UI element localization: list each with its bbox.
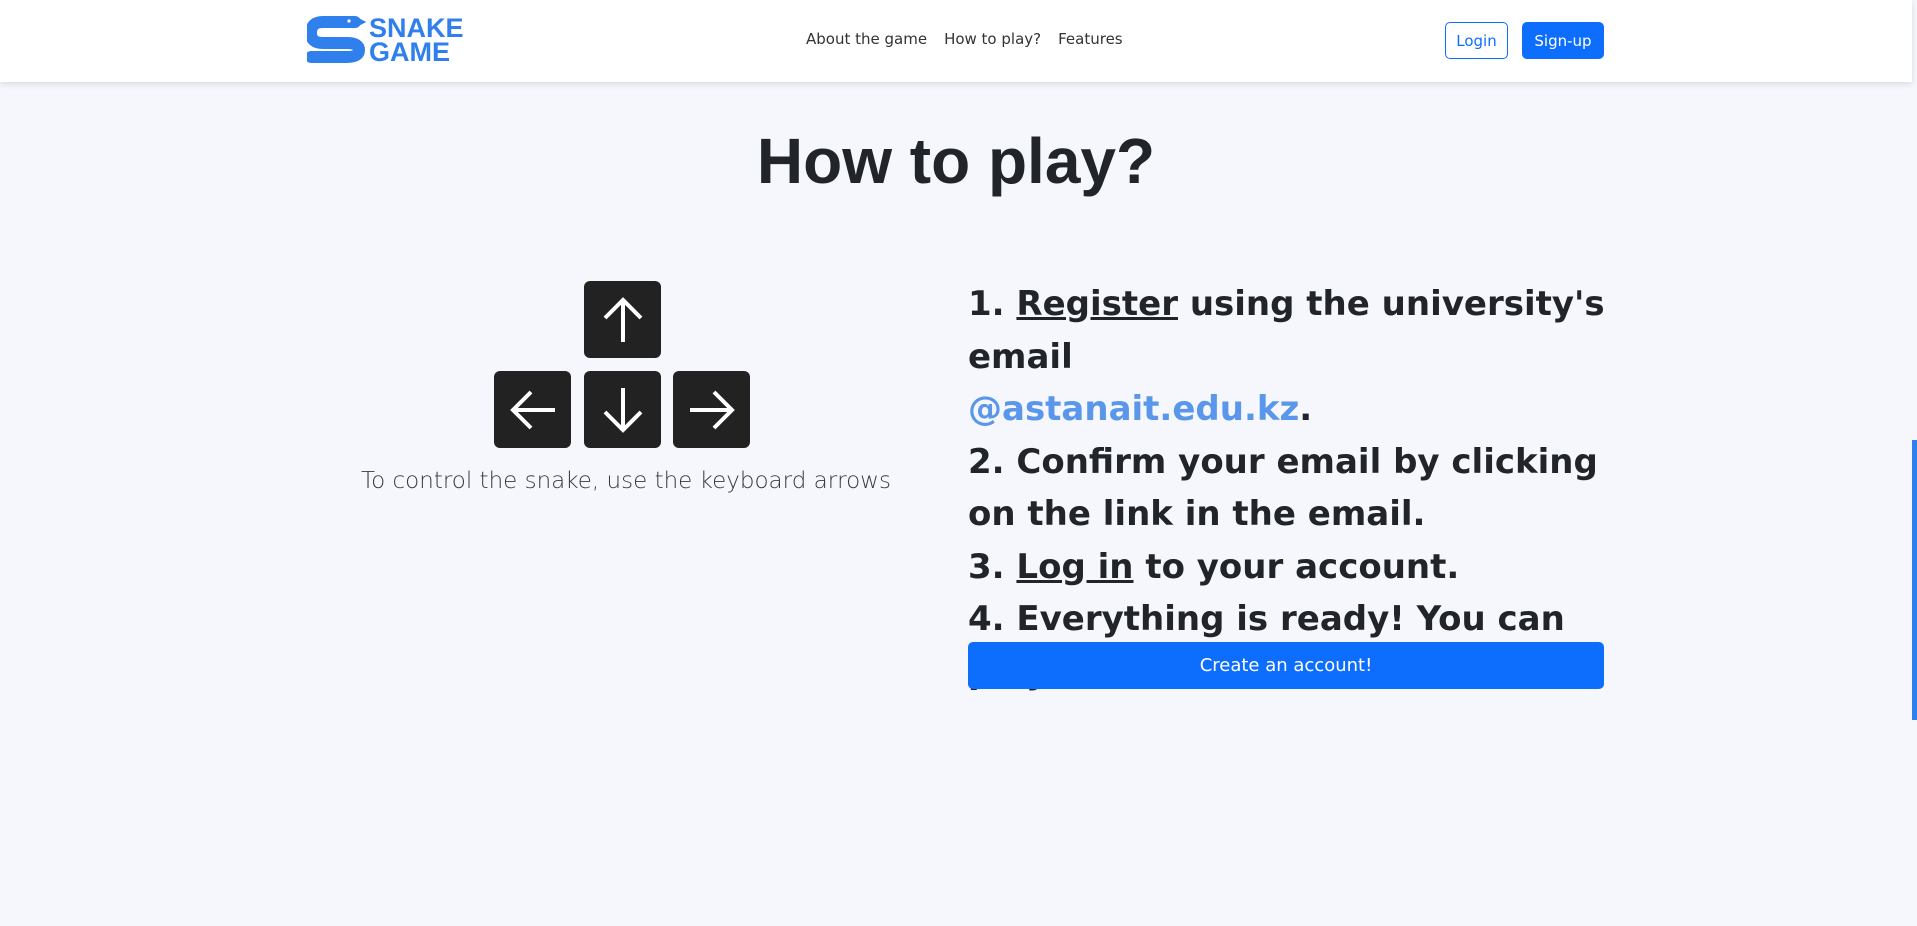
step-3-text: to your account. — [1133, 546, 1460, 587]
login-link[interactable]: Log in — [1016, 547, 1133, 587]
logo[interactable]: SNAKE GAME — [307, 14, 472, 66]
arrow-right-icon — [689, 390, 735, 429]
step-2: 2. Confirm your email by clicking on the… — [968, 441, 1598, 535]
arrow-up-key — [584, 281, 661, 358]
logo-text: SNAKE GAME — [369, 15, 464, 67]
step-1: 1. Register using the university's email… — [968, 278, 1628, 436]
arrow-left-key — [494, 371, 571, 448]
step-3-prefix: 3. — [968, 546, 1017, 587]
nav-link-how-to-play[interactable]: How to play? — [944, 30, 1041, 48]
signup-button[interactable]: Sign-up — [1522, 22, 1604, 59]
step-3: 3. Log in to your account. — [968, 541, 1628, 594]
nav-link-features[interactable]: Features — [1058, 30, 1123, 48]
controls-caption: To control the snake, use the keyboard a… — [361, 468, 891, 494]
login-button[interactable]: Login — [1445, 22, 1508, 59]
nav-links: About the game How to play? Features — [806, 30, 1123, 48]
step-1-end: . — [1299, 389, 1313, 429]
navbar: SNAKE GAME About the game How to play? F… — [0, 0, 1912, 82]
register-link[interactable]: Register — [1016, 284, 1178, 324]
snake-logo-icon — [307, 15, 367, 63]
arrow-up-icon — [603, 296, 642, 342]
scrollbar-thumb[interactable] — [1912, 440, 1917, 720]
create-account-button[interactable]: Create an account! — [968, 642, 1604, 689]
page-title: How to play? — [756, 125, 1156, 197]
steps-list: 1. Register using the university's email… — [968, 278, 1628, 698]
university-email-domain: @astanait.edu.kz — [968, 389, 1300, 429]
logo-line-game: GAME — [369, 37, 450, 67]
arrow-left-icon — [509, 390, 555, 429]
arrow-right-key — [673, 371, 750, 448]
step-1-prefix: 1. — [968, 284, 1017, 324]
arrow-down-icon — [603, 387, 642, 433]
nav-link-about[interactable]: About the game — [806, 30, 927, 48]
arrow-down-key — [584, 371, 661, 448]
